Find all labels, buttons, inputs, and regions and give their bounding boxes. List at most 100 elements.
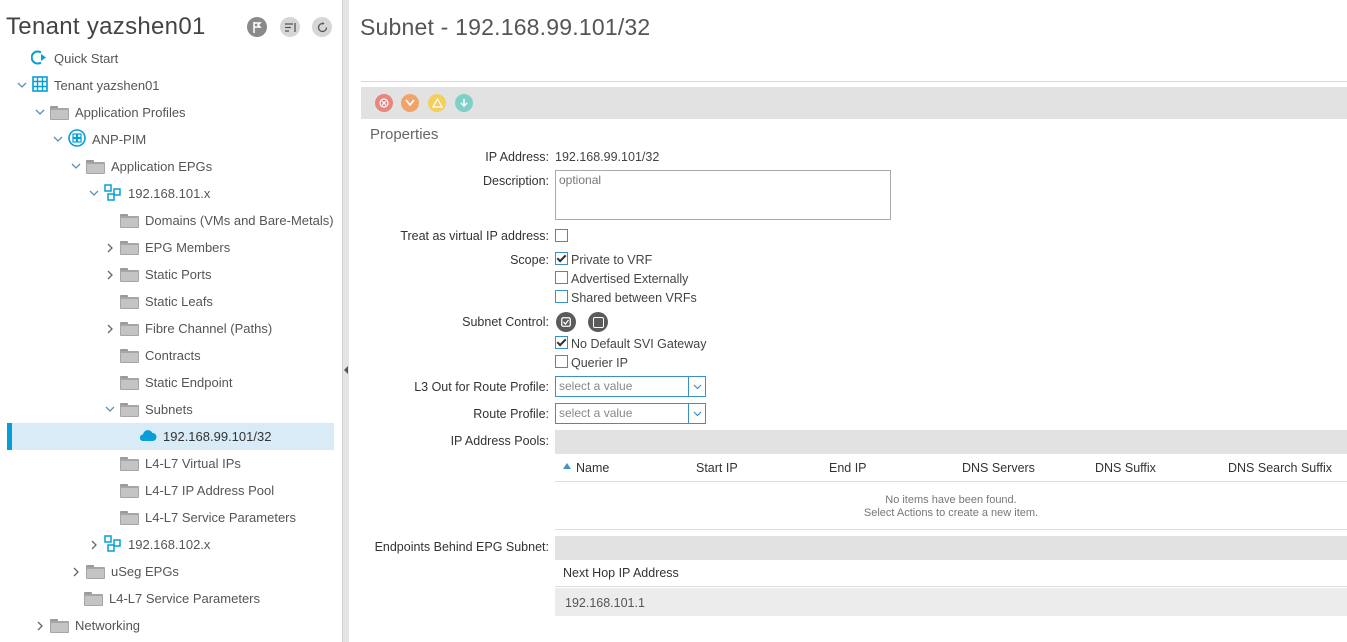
tree-item-label: Application Profiles [75,105,186,120]
empty-hint: Select Actions to create a new item. [863,507,1039,519]
chevron-down-icon[interactable] [688,377,705,396]
tree-item-anp-pim[interactable]: ANP-PIM [0,126,334,153]
epg-icon [104,534,122,555]
description-field[interactable]: optional [555,170,891,220]
chevron-right-icon[interactable] [34,620,46,632]
route-profile-select[interactable]: select a value [555,403,706,424]
scope-private-checkbox[interactable] [555,252,568,265]
folder-icon [120,240,139,255]
next-hop-ip: 192.168.101.1 [565,596,645,610]
tree-item-subnet-selected[interactable]: 192.168.99.101/32 [7,423,334,450]
tree-item-label: L4-L7 Service Parameters [145,510,297,525]
tree-item-networking[interactable]: Networking [0,612,334,639]
check-all-button[interactable] [556,312,576,332]
divider [361,81,1347,82]
no-default-svi-checkbox[interactable] [555,336,568,349]
tree-item-epg-members[interactable]: EPG Members [0,234,334,261]
chevron-down-icon[interactable] [70,161,82,173]
tree-item-quick-start[interactable]: Quick Start [0,45,334,72]
subnet-control-label: Subnet Control: [462,315,549,329]
tree-item-useg-epgs[interactable]: uSeg EPGs [0,558,334,585]
uncheck-all-button[interactable] [588,312,608,332]
scope-private-label: Private to VRF [571,253,653,267]
chevron-right-icon[interactable] [104,323,116,335]
download-icon[interactable] [455,94,473,112]
flag-icon[interactable] [247,17,267,37]
chevron-down-icon[interactable] [52,134,64,146]
sort-ascending-icon[interactable] [563,463,571,469]
refresh-icon[interactable] [312,17,332,37]
tree-item-static-ports[interactable]: Static Ports [0,261,334,288]
delete-icon[interactable] [375,94,393,112]
tree-item-label: 192.168.101.x [128,186,211,201]
chevron-down-icon[interactable] [34,107,46,119]
folder-icon [120,402,139,417]
tree-item-label: Subnets [145,402,193,417]
tree-item-domains[interactable]: Domains (VMs and Bare-Metals) [0,207,334,234]
querier-ip-checkbox[interactable] [555,355,568,368]
folder-icon [120,510,139,525]
chevron-down-icon[interactable] [688,404,705,423]
folder-icon [120,321,139,336]
collapse-arrow-icon[interactable] [344,366,348,374]
ip-pools-column-header[interactable]: DNS Servers [962,461,1035,475]
tree-item-l4l7-service-params[interactable]: L4-L7 Service Parameters [0,504,334,531]
navigation-pane: Tenant yazshen01 Quick Start Tenant yazs… [0,0,342,642]
folder-icon [120,456,139,471]
tree-item-contracts[interactable]: Contracts [0,342,334,369]
tree-item-subnets[interactable]: Subnets [0,396,334,423]
l3out-select[interactable]: select a value [555,376,706,397]
ip-pools-column-header[interactable]: DNS Search Suffix [1228,461,1332,475]
virtual-ip-checkbox[interactable] [555,229,568,242]
tree-item-l4l7-ip-pool[interactable]: L4-L7 IP Address Pool [0,477,334,504]
endpoints-column-header[interactable]: Next Hop IP Address [563,566,679,580]
chevron-right-icon[interactable] [104,269,116,281]
chevron-right-icon[interactable] [88,539,100,551]
tree-item-epg-192-168-102-x[interactable]: 192.168.102.x [0,531,334,558]
chevron-right-icon[interactable] [70,566,82,578]
scope-advertised-checkbox[interactable] [555,271,568,284]
ip-pools-column-header[interactable]: DNS Suffix [1095,461,1156,475]
tree-item-label: 192.168.102.x [128,537,211,552]
ip-pools-column-header[interactable]: Name [576,461,609,475]
folder-icon [86,159,105,174]
tree-item-static-leafs[interactable]: Static Leafs [0,288,334,315]
chevron-down-icon[interactable] [88,188,100,200]
l3out-placeholder: select a value [559,379,633,393]
divider [555,586,1347,587]
tree-item-tenant[interactable]: Tenant yazshen01 [0,72,334,99]
divider [555,529,1347,530]
section-title: Properties [370,126,439,143]
tree-item-label: Static Ports [145,267,212,282]
divider [555,481,1347,482]
warning-icon[interactable] [428,94,446,112]
ip-pools-column-header[interactable]: Start IP [696,461,738,475]
tree-item-static-endpoint[interactable]: Static Endpoint [0,369,334,396]
endpoints-label: Endpoints Behind EPG Subnet: [374,540,549,554]
list-filter-icon[interactable] [280,17,300,37]
tree-item-fibre-channel[interactable]: Fibre Channel (Paths) [0,315,334,342]
chevron-down-icon[interactable] [104,404,116,416]
tree-item-application-profiles[interactable]: Application Profiles [0,99,334,126]
chevron-down-circle-icon[interactable] [401,94,419,112]
tree-item-label: Networking [75,618,141,633]
tree-item-application-epgs[interactable]: Application EPGs [0,153,334,180]
pane-splitter[interactable] [342,0,349,642]
folder-icon [120,375,139,390]
ip-address-label: IP Address: [485,150,549,164]
ip-pools-column-header[interactable]: End IP [829,461,867,475]
action-toolbar [361,87,1347,119]
chevron-down-icon[interactable] [16,80,28,92]
work-pane: Subnet - 192.168.99.101/32 Properties IP… [349,0,1347,642]
application-profile-icon [68,129,86,150]
tenant-title: Tenant yazshen01 [6,13,206,40]
quick-start-icon [30,50,48,68]
tree-item-anp-l4l7-service-params[interactable]: L4-L7 Service Parameters [0,585,334,612]
scope-shared-checkbox[interactable] [555,290,568,303]
chevron-right-icon[interactable] [104,242,116,254]
tree-item-l4l7-virtual-ips[interactable]: L4-L7 Virtual IPs [0,450,334,477]
tree-item-epg-192-168-101-x[interactable]: 192.168.101.x [0,180,334,207]
table-row[interactable]: 192.168.101.1 [555,588,1347,616]
tree-item-label: Contracts [145,348,201,363]
tree-item-label: EPG Members [145,240,231,255]
